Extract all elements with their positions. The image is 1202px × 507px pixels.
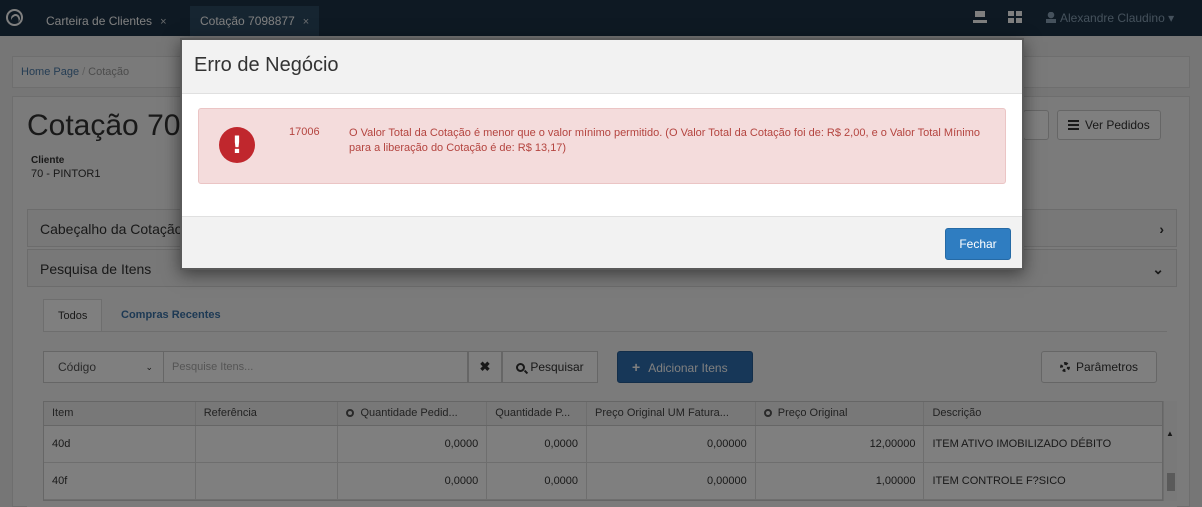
error-dialog: Erro de Negócio ! 17006 O Valor Total da…	[180, 38, 1024, 270]
dialog-header: Erro de Negócio	[182, 40, 1022, 94]
error-alert: ! 17006 O Valor Total da Cotação é menor…	[198, 108, 1006, 184]
error-code: 17006	[289, 126, 320, 138]
close-button[interactable]: Fechar	[945, 228, 1011, 260]
error-icon: !	[219, 127, 255, 163]
dialog-footer: Fechar	[182, 216, 1022, 268]
dialog-title: Erro de Negócio	[194, 54, 339, 76]
error-message: O Valor Total da Cotação é menor que o v…	[349, 127, 980, 154]
